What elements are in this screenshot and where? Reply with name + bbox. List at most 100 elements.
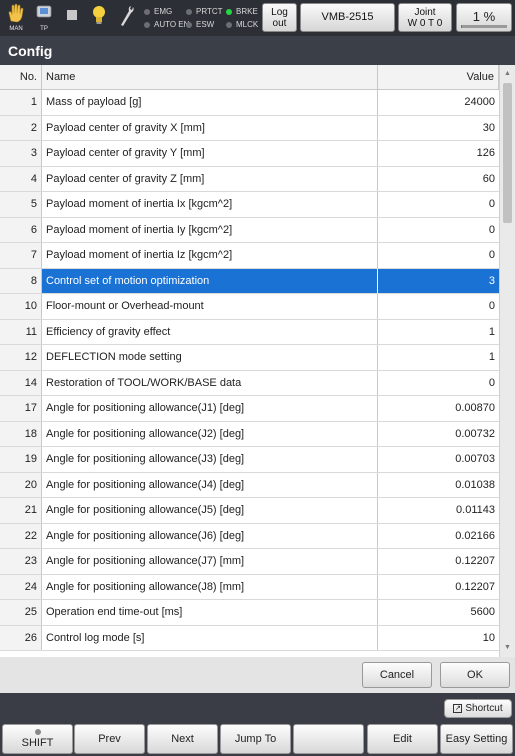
row-value[interactable]: 0 — [378, 218, 499, 243]
easy-setting-button[interactable]: Easy Setting — [440, 724, 513, 754]
table-row[interactable]: 8 Control set of motion optimization 3 — [0, 268, 499, 294]
row-value[interactable]: 3 — [378, 268, 499, 293]
row-value[interactable]: 126 — [378, 141, 499, 166]
row-value[interactable]: 0.12207 — [378, 549, 499, 574]
row-number: 7 — [0, 243, 42, 268]
table-row[interactable]: 3 Payload center of gravity Y [mm] 126 — [0, 141, 499, 167]
table-row[interactable]: 1 Mass of payload [g] 24000 — [0, 90, 499, 116]
mode-label: MAN — [9, 26, 23, 32]
row-value[interactable]: 0.01038 — [378, 473, 499, 498]
header-value[interactable]: Value — [378, 65, 499, 89]
row-value[interactable]: 30 — [378, 116, 499, 141]
row-name[interactable]: Payload center of gravity Z [mm] — [42, 166, 378, 191]
row-name[interactable]: Operation end time-out [ms] — [42, 600, 378, 625]
row-value[interactable]: 1 — [378, 320, 499, 345]
wrench-icon[interactable] — [114, 3, 138, 33]
table-row[interactable]: 17 Angle for positioning allowance(J1) [d… — [0, 396, 499, 422]
lightbulb-icon[interactable] — [87, 3, 111, 33]
shift-button[interactable]: SHIFT — [2, 724, 73, 754]
row-value[interactable]: 0.00732 — [378, 422, 499, 447]
table-row[interactable]: 23 Angle for positioning allowance(J7) [m… — [0, 549, 499, 575]
lamp-dot — [226, 21, 232, 28]
jump-to-button[interactable]: Jump To — [220, 724, 291, 754]
row-value[interactable]: 24000 — [378, 90, 499, 115]
table-row[interactable]: 24 Angle for positioning allowance(J8) [m… — [0, 574, 499, 600]
row-value[interactable]: 10 — [378, 626, 499, 651]
row-name[interactable]: Payload moment of inertia Iy [kgcm^2] — [42, 217, 378, 242]
table-row[interactable]: 20 Angle for positioning allowance(J4) [d… — [0, 472, 499, 498]
teach-pendant-icon[interactable]: TP — [32, 3, 56, 33]
header-no[interactable]: No. — [0, 65, 42, 89]
shortcut-button[interactable]: ↗ Shortcut — [444, 699, 512, 718]
row-name[interactable]: Angle for positioning allowance(J6) [deg… — [42, 523, 378, 548]
row-name[interactable]: Floor-mount or Overhead-mount — [42, 294, 378, 319]
header-name[interactable]: Name — [42, 65, 378, 89]
scroll-down-icon[interactable]: ▼ — [500, 641, 515, 655]
row-name[interactable]: Payload moment of inertia Ix [kgcm^2] — [42, 192, 378, 217]
row-name[interactable]: Angle for positioning allowance(J7) [mm] — [42, 549, 378, 574]
table-row[interactable]: 2 Payload center of gravity X [mm] 30 — [0, 115, 499, 141]
next-button[interactable]: Next — [147, 724, 218, 754]
row-name[interactable]: Angle for positioning allowance(J3) [deg… — [42, 447, 378, 472]
row-name[interactable]: Angle for positioning allowance(J8) [mm] — [42, 574, 378, 599]
vertical-scrollbar[interactable]: ▲ ▼ — [499, 65, 515, 657]
table-row[interactable]: 18 Angle for positioning allowance(J2) [d… — [0, 421, 499, 447]
row-value[interactable]: 0.12207 — [378, 575, 499, 600]
row-name[interactable]: Angle for positioning allowance(J1) [deg… — [42, 396, 378, 421]
row-number: 10 — [0, 294, 42, 319]
table-row[interactable]: 5 Payload moment of inertia Ix [kgcm^2] 0 — [0, 192, 499, 218]
row-name[interactable]: Mass of payload [g] — [42, 90, 378, 115]
table-row[interactable]: 10 Floor-mount or Overhead-mount 0 — [0, 294, 499, 320]
scroll-up-icon[interactable]: ▲ — [500, 67, 515, 81]
table-row[interactable]: 7 Payload moment of inertia Iz [kgcm^2] 0 — [0, 243, 499, 269]
row-value[interactable]: 0 — [378, 294, 499, 319]
cancel-button[interactable]: Cancel — [362, 662, 432, 688]
row-value[interactable]: 60 — [378, 167, 499, 192]
row-value[interactable]: 0.02166 — [378, 524, 499, 549]
row-number: 19 — [0, 447, 42, 472]
scroll-thumb[interactable] — [503, 83, 512, 223]
row-value[interactable]: 0.01143 — [378, 498, 499, 523]
table-row[interactable]: 12 DEFLECTION mode setting 1 — [0, 345, 499, 371]
row-name[interactable]: DEFLECTION mode setting — [42, 345, 378, 370]
row-name[interactable]: Payload center of gravity Y [mm] — [42, 141, 378, 166]
table-row[interactable]: 22 Angle for positioning allowance(J6) [d… — [0, 523, 499, 549]
ok-button[interactable]: OK — [440, 662, 510, 688]
row-value[interactable]: 0 — [378, 371, 499, 396]
table-row[interactable]: 19 Angle for positioning allowance(J3) [d… — [0, 447, 499, 473]
row-name[interactable]: Payload moment of inertia Iz [kgcm^2] — [42, 243, 378, 268]
table-row[interactable]: 11 Efficiency of gravity effect 1 — [0, 319, 499, 345]
blank-function-button[interactable] — [293, 724, 364, 754]
hand-icon — [8, 3, 24, 23]
auto-en-lamp: AUTO EN — [144, 18, 189, 31]
row-value[interactable]: 5600 — [378, 600, 499, 625]
table-row[interactable]: 14 Restoration of TOOL/WORK/BASE data 0 — [0, 370, 499, 396]
robot-model-button[interactable]: VMB-2515 — [300, 3, 395, 32]
row-name[interactable]: Control log mode [s] — [42, 625, 378, 650]
table-row[interactable]: 4 Payload center of gravity Z [mm] 60 — [0, 166, 499, 192]
row-name[interactable]: Control set of motion optimization — [42, 268, 378, 293]
edit-button[interactable]: Edit — [367, 724, 438, 754]
coordinate-button[interactable]: Joint W 0 T 0 — [398, 3, 452, 32]
stop-icon — [60, 3, 84, 33]
row-name[interactable]: Efficiency of gravity effect — [42, 319, 378, 344]
row-value[interactable]: 0.00703 — [378, 447, 499, 472]
row-name[interactable]: Restoration of TOOL/WORK/BASE data — [42, 370, 378, 395]
row-name[interactable]: Angle for positioning allowance(J2) [deg… — [42, 421, 378, 446]
speed-control[interactable]: 1 % — [456, 3, 512, 32]
manual-mode-icon[interactable]: MAN — [4, 3, 28, 33]
table-row[interactable]: 6 Payload moment of inertia Iy [kgcm^2] 0 — [0, 217, 499, 243]
row-number: 26 — [0, 625, 42, 650]
row-value[interactable]: 0.00870 — [378, 396, 499, 421]
row-name[interactable]: Angle for positioning allowance(J5) [deg… — [42, 498, 378, 523]
row-value[interactable]: 1 — [378, 345, 499, 370]
row-value[interactable]: 0 — [378, 243, 499, 268]
row-name[interactable]: Angle for positioning allowance(J4) [deg… — [42, 472, 378, 497]
prev-button[interactable]: Prev — [74, 724, 145, 754]
row-value[interactable]: 0 — [378, 192, 499, 217]
table-row[interactable]: 25 Operation end time-out [ms] 5600 — [0, 600, 499, 626]
table-row[interactable]: 26 Control log mode [s] 10 — [0, 625, 499, 651]
row-name[interactable]: Payload center of gravity X [mm] — [42, 115, 378, 140]
logout-button[interactable]: Log out — [262, 3, 297, 32]
table-row[interactable]: 21 Angle for positioning allowance(J5) [d… — [0, 498, 499, 524]
